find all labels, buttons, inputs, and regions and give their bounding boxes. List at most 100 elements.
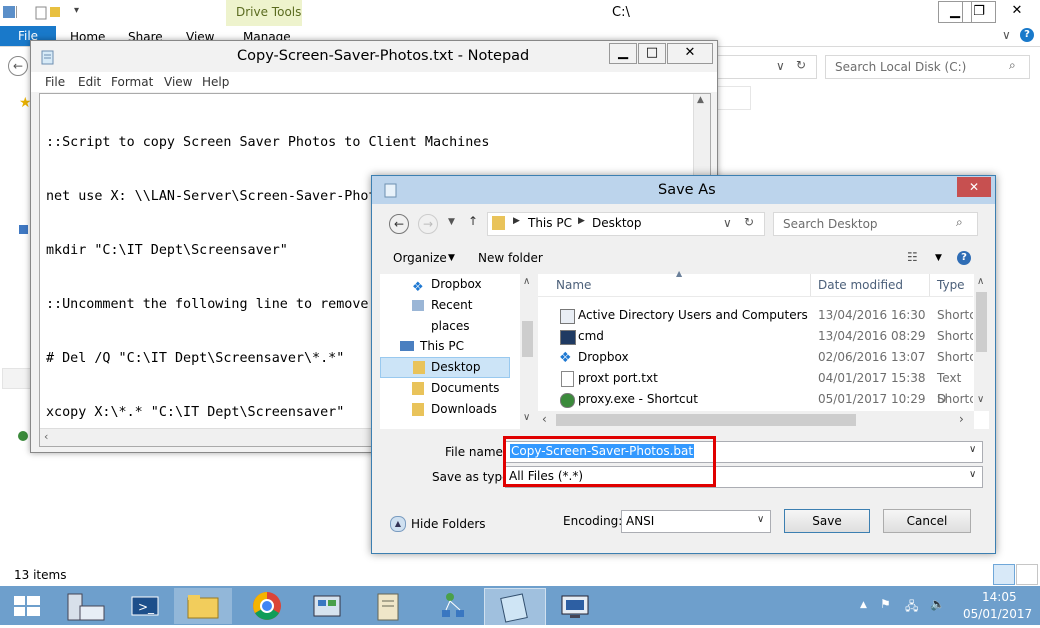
notepad-title: Copy-Screen-Saver-Photos.txt - Notepad bbox=[237, 48, 530, 64]
dialog-search-box[interactable]: Search Desktop ⌕ bbox=[773, 212, 978, 236]
breadcrumb-desktop[interactable]: Desktop bbox=[592, 216, 642, 230]
taskbar-script-editor[interactable] bbox=[348, 588, 406, 624]
notepad-minimize-button[interactable]: ▁ bbox=[609, 43, 637, 64]
file-list-vertical-scrollbar[interactable]: ∧ ∨ bbox=[974, 274, 989, 411]
explorer-window-title: C:\ bbox=[612, 5, 630, 20]
cancel-button[interactable]: Cancel bbox=[883, 509, 971, 533]
back-arrow-icon[interactable]: ← bbox=[389, 214, 409, 234]
notepad-maximize-button[interactable]: □ bbox=[638, 43, 666, 64]
hide-folders-button[interactable]: Hide Folders bbox=[411, 517, 486, 531]
file-row[interactable]: proxt port.txt 04/01/2017 15:38 Text D bbox=[538, 368, 973, 406]
file-row[interactable]: ❖ Dropbox 02/06/2016 13:07 Shortc bbox=[538, 347, 973, 368]
action-center-icon[interactable]: ⚑ bbox=[880, 597, 891, 611]
scrollbar-thumb[interactable] bbox=[522, 321, 533, 357]
forward-arrow-icon[interactable]: → bbox=[418, 214, 438, 234]
breadcrumb-chevron-icon: ▶ bbox=[578, 216, 585, 226]
remote-desktop-icon bbox=[561, 595, 589, 618]
view-dropdown-icon[interactable]: ▼ bbox=[935, 253, 942, 263]
encoding-select[interactable]: ANSI ∨ bbox=[621, 510, 771, 533]
menu-file[interactable]: File bbox=[45, 75, 65, 89]
recent-places-icon bbox=[412, 300, 424, 311]
clock-time[interactable]: 14:05 bbox=[982, 590, 1017, 604]
address-dropdown-icon[interactable]: ∨ bbox=[723, 216, 732, 230]
scroll-down-icon[interactable]: ∨ bbox=[977, 394, 984, 405]
file-row[interactable]: proxy.exe - Shortcut 05/01/2017 10:29 Sh… bbox=[538, 389, 973, 410]
scroll-down-icon[interactable]: ∨ bbox=[523, 412, 530, 423]
large-icons-view-icon[interactable] bbox=[1016, 564, 1038, 585]
column-header-name[interactable]: Name bbox=[556, 274, 591, 296]
details-view-icon[interactable] bbox=[993, 564, 1015, 585]
taskbar-remote-desktop[interactable] bbox=[546, 588, 604, 624]
menu-edit[interactable]: Edit bbox=[78, 75, 101, 89]
breadcrumb-this-pc[interactable]: This PC bbox=[528, 216, 572, 230]
address-dropdown-icon[interactable]: ∨ bbox=[776, 59, 785, 73]
file-row[interactable]: cmd 13/04/2016 08:29 Shortc bbox=[538, 326, 973, 347]
file-name: proxt port.txt bbox=[578, 371, 658, 385]
nav-item-documents[interactable]: Documents bbox=[380, 378, 510, 399]
save-as-type-label: Save as type: bbox=[432, 470, 514, 484]
organize-dropdown-icon[interactable]: ▼ bbox=[448, 253, 455, 263]
file-date: 13/04/2016 16:30 bbox=[818, 308, 926, 322]
nav-pane-scrollbar[interactable]: ∧ ∨ bbox=[520, 274, 536, 429]
dialog-close-button[interactable]: ✕ bbox=[957, 177, 991, 197]
expand-ribbon-icon[interactable]: ∨ bbox=[1002, 28, 1011, 42]
nav-item-desktop[interactable]: Desktop bbox=[380, 357, 510, 378]
close-button[interactable]: ✕ bbox=[998, 1, 1036, 21]
menu-view[interactable]: View bbox=[164, 75, 192, 89]
scroll-left-icon[interactable]: ‹ bbox=[44, 430, 48, 443]
refresh-icon[interactable]: ↻ bbox=[744, 215, 754, 229]
save-as-title: Save As bbox=[658, 182, 716, 198]
taskbar-file-explorer[interactable] bbox=[174, 588, 232, 624]
notepad-close-button[interactable]: ✕ bbox=[667, 43, 713, 64]
taskbar-control-panel[interactable] bbox=[290, 588, 348, 624]
encoding-dropdown-icon[interactable]: ∨ bbox=[757, 514, 764, 525]
taskbar-chrome[interactable] bbox=[232, 588, 290, 624]
help-icon[interactable]: ? bbox=[1020, 28, 1034, 42]
taskbar-powershell[interactable]: >_ bbox=[116, 588, 174, 624]
up-arrow-icon[interactable]: ↑ bbox=[468, 214, 478, 228]
shortcut-icon bbox=[560, 309, 575, 324]
dropbox-icon: ❖ bbox=[559, 350, 572, 366]
menu-help[interactable]: Help bbox=[202, 75, 229, 89]
network-status-icon[interactable]: 🖧 bbox=[905, 597, 918, 618]
taskbar-notepad[interactable] bbox=[484, 588, 546, 626]
scroll-left-icon[interactable]: ‹ bbox=[542, 412, 547, 426]
scrollbar-thumb[interactable] bbox=[556, 414, 856, 426]
customize-quick-access-icon[interactable]: ▾ bbox=[74, 5, 79, 16]
column-header-type[interactable]: Type bbox=[937, 274, 965, 296]
volume-muted-icon[interactable]: 🔈 bbox=[930, 597, 945, 611]
back-arrow-icon[interactable]: ← bbox=[8, 56, 28, 76]
nav-item-recent-places[interactable]: Recent places bbox=[380, 295, 510, 333]
scroll-right-icon[interactable]: › bbox=[959, 412, 964, 426]
menu-format[interactable]: Format bbox=[111, 75, 153, 89]
nav-item-downloads[interactable]: Downloads bbox=[380, 399, 510, 420]
scroll-up-icon[interactable]: ∧ bbox=[977, 276, 984, 287]
taskbar-server-manager[interactable] bbox=[58, 588, 116, 624]
file-list-horizontal-scrollbar[interactable]: ‹ › bbox=[538, 411, 974, 429]
scroll-up-icon[interactable]: ▲ bbox=[697, 95, 704, 105]
save-button[interactable]: Save bbox=[784, 509, 870, 533]
nav-item-dropbox[interactable]: ❖ Dropbox bbox=[380, 274, 510, 295]
taskbar-network[interactable] bbox=[406, 588, 464, 624]
explorer-search-box[interactable]: Search Local Disk (C:) ⌕ bbox=[825, 55, 1030, 79]
file-name-dropdown-icon[interactable]: ∨ bbox=[969, 444, 976, 455]
column-header-date-modified[interactable]: Date modified bbox=[818, 274, 903, 296]
view-options-icon[interactable]: ☷ bbox=[907, 250, 918, 264]
explorer-address-end[interactable]: ∨ ↻ bbox=[716, 55, 817, 79]
hide-folders-icon[interactable]: ▲ bbox=[390, 516, 406, 532]
restore-button[interactable]: ❐ bbox=[962, 1, 996, 23]
help-icon[interactable]: ? bbox=[957, 251, 971, 265]
organize-button[interactable]: Organize bbox=[393, 251, 447, 265]
show-hidden-icons-icon[interactable]: ▲ bbox=[860, 600, 867, 610]
nav-item-this-pc[interactable]: This PC bbox=[380, 336, 510, 357]
scrollbar-thumb[interactable] bbox=[976, 292, 987, 352]
refresh-icon[interactable]: ↻ bbox=[796, 58, 806, 72]
scroll-up-icon[interactable]: ∧ bbox=[523, 276, 530, 287]
clock-date[interactable]: 05/01/2017 bbox=[963, 607, 1032, 621]
new-folder-button[interactable]: New folder bbox=[478, 251, 543, 265]
address-bar[interactable]: ▶ This PC ▶ Desktop ∨ ↻ bbox=[487, 212, 765, 236]
file-row[interactable]: Active Directory Users and Computers 13/… bbox=[538, 305, 973, 326]
save-as-type-dropdown-icon[interactable]: ∨ bbox=[969, 469, 976, 480]
start-button[interactable] bbox=[0, 588, 58, 624]
recent-locations-icon[interactable]: ▼ bbox=[448, 217, 455, 227]
